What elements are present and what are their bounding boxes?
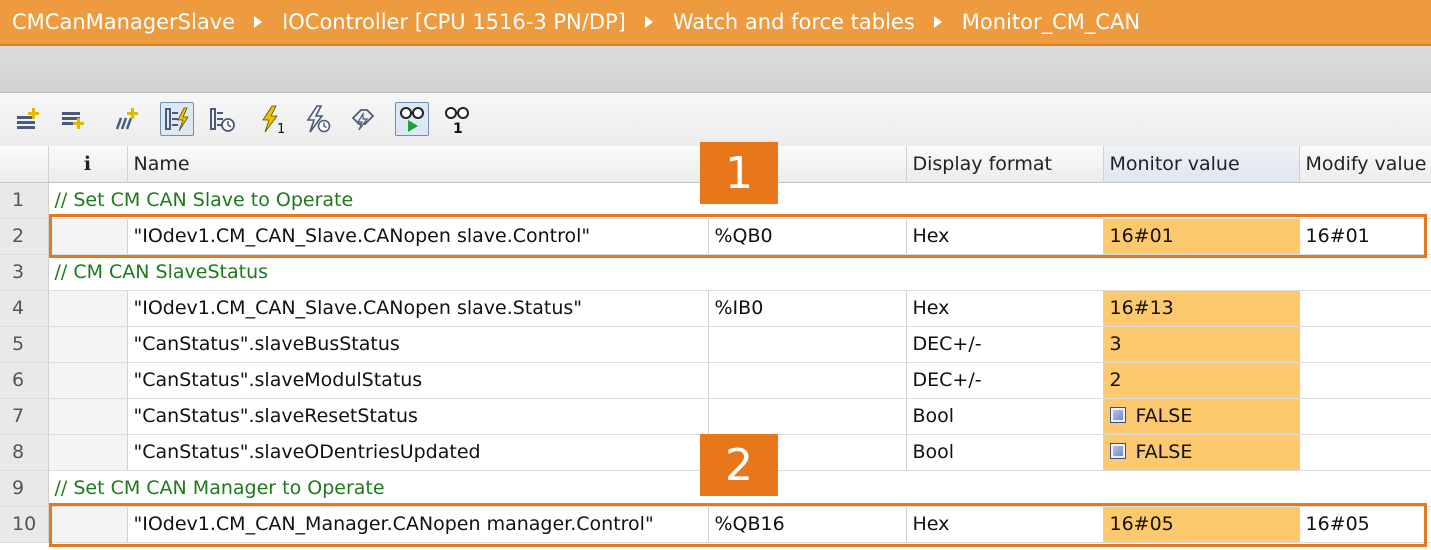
column-header-monitor-value[interactable]: Monitor value bbox=[1103, 146, 1300, 183]
row-monitor-value: 16#05 bbox=[1103, 506, 1300, 543]
row-monitor-value: 3 bbox=[1103, 326, 1300, 363]
breadcrumb-folder[interactable]: Watch and force tables bbox=[673, 10, 915, 34]
row-name[interactable]: "IOdev1.CM_CAN_Slave.CANopen slave.Contr… bbox=[127, 218, 709, 255]
row-number[interactable]: 4 bbox=[0, 290, 49, 327]
modify-with-trigger-icon[interactable] bbox=[300, 102, 334, 136]
row-number[interactable]: 5 bbox=[0, 326, 49, 363]
breadcrumb-separator-icon bbox=[933, 16, 942, 28]
row-name[interactable]: "CanStatus".slaveResetStatus bbox=[127, 398, 709, 435]
row-modify-value[interactable]: 16#01 bbox=[1299, 218, 1431, 255]
row-name[interactable]: "CanStatus".slaveODentriesUpdated bbox=[127, 434, 709, 471]
bool-checkbox-icon bbox=[1109, 407, 1126, 423]
row-info-cell bbox=[48, 398, 128, 435]
row-number[interactable]: 7 bbox=[0, 398, 49, 435]
row-address[interactable]: %QB0 bbox=[708, 218, 907, 255]
row-number[interactable]: 6 bbox=[0, 362, 49, 399]
insert-row-icon[interactable] bbox=[12, 102, 46, 136]
row-modify-value[interactable] bbox=[1299, 326, 1431, 363]
editor-header-band bbox=[0, 46, 1431, 93]
breadcrumb-table[interactable]: Monitor_CM_CAN bbox=[962, 10, 1140, 34]
row-address[interactable]: %QB16 bbox=[708, 506, 907, 543]
row-name[interactable]: "IOdev1.CM_CAN_Manager.CANopen manager.C… bbox=[127, 506, 709, 543]
row-address[interactable]: %IB0 bbox=[708, 290, 907, 327]
row-info-cell bbox=[48, 326, 128, 363]
row-info-cell bbox=[48, 506, 128, 543]
row-number[interactable]: 8 bbox=[0, 434, 49, 471]
row-info-cell bbox=[48, 362, 128, 399]
row-display-format[interactable]: DEC+/- bbox=[906, 326, 1104, 363]
row-number[interactable]: 1 bbox=[0, 182, 49, 219]
row-number[interactable]: 3 bbox=[0, 254, 49, 291]
bool-checkbox-icon bbox=[1109, 443, 1126, 459]
row-display-format[interactable]: Hex bbox=[906, 218, 1104, 255]
breadcrumb-separator-icon bbox=[254, 16, 263, 28]
row-number[interactable]: 2 bbox=[0, 218, 49, 255]
column-header-modify-value[interactable]: Modify value bbox=[1299, 146, 1431, 183]
table-row[interactable]: 10 "IOdev1.CM_CAN_Manager.CANopen manage… bbox=[0, 506, 1431, 543]
row-display-format[interactable]: Hex bbox=[906, 290, 1104, 327]
row-modify-value[interactable] bbox=[1299, 290, 1431, 327]
breadcrumb-device[interactable]: IOController [CPU 1516-3 PN/DP] bbox=[282, 10, 626, 34]
row-address[interactable] bbox=[708, 398, 907, 435]
row-number[interactable]: 10 bbox=[0, 506, 49, 543]
row-name[interactable]: "CanStatus".slaveModulStatus bbox=[127, 362, 709, 399]
row-modify-value[interactable] bbox=[1299, 398, 1431, 435]
enable-peripheral-outputs-icon[interactable] bbox=[345, 102, 379, 136]
trigger-mode-icon[interactable] bbox=[205, 102, 239, 136]
column-header-name[interactable]: Name bbox=[127, 146, 709, 183]
monitor-once-label: 1 bbox=[453, 121, 463, 134]
monitor-all-icon[interactable] bbox=[395, 102, 429, 136]
row-modify-value[interactable] bbox=[1299, 434, 1431, 471]
callout-badge-1: 1 bbox=[700, 142, 778, 204]
row-comment[interactable]: // CM CAN SlaveStatus bbox=[48, 254, 1431, 291]
row-info-cell bbox=[48, 290, 128, 327]
row-monitor-value: 16#13 bbox=[1103, 290, 1300, 327]
table-row[interactable]: 6 "CanStatus".slaveModulStatus DEC+/- 2 bbox=[0, 362, 1431, 399]
row-monitor-value: 16#01 bbox=[1103, 218, 1300, 255]
breadcrumb-separator-icon bbox=[644, 16, 653, 28]
row-display-format[interactable]: DEC+/- bbox=[906, 362, 1104, 399]
table-row[interactable]: 4 "IOdev1.CM_CAN_Slave.CANopen slave.Sta… bbox=[0, 290, 1431, 327]
toolbar: 1 1 bbox=[0, 93, 1431, 148]
row-name[interactable]: "IOdev1.CM_CAN_Slave.CANopen slave.Statu… bbox=[127, 290, 709, 327]
row-number[interactable]: 9 bbox=[0, 470, 49, 507]
row-monitor-text: FALSE bbox=[1135, 405, 1193, 427]
row-address[interactable] bbox=[708, 326, 907, 363]
add-row-icon[interactable] bbox=[57, 102, 91, 136]
row-display-format[interactable]: Bool bbox=[906, 434, 1104, 471]
modify-now-icon[interactable]: 1 bbox=[255, 102, 289, 136]
row-monitor-text: FALSE bbox=[1135, 441, 1193, 463]
table-row[interactable]: 5 "CanStatus".slaveBusStatus DEC+/- 3 bbox=[0, 326, 1431, 363]
column-header-info[interactable]: i bbox=[48, 146, 128, 183]
breadcrumb-project[interactable]: CMCanManagerSlave bbox=[12, 10, 235, 34]
breadcrumb: CMCanManagerSlave IOController [CPU 1516… bbox=[0, 0, 1431, 46]
row-modify-value[interactable]: 16#05 bbox=[1299, 506, 1431, 543]
column-header-display-format[interactable]: Display format bbox=[906, 146, 1104, 183]
row-monitor-value: 2 bbox=[1103, 362, 1300, 399]
show-all-modify-columns-icon[interactable] bbox=[110, 102, 144, 136]
row-info-cell bbox=[48, 218, 128, 255]
show-extended-mode-icon[interactable] bbox=[160, 102, 194, 136]
table-row[interactable]: 7 "CanStatus".slaveResetStatus Bool FALS… bbox=[0, 398, 1431, 435]
row-info-cell bbox=[48, 434, 128, 471]
monitor-once-icon[interactable]: 1 bbox=[440, 102, 474, 136]
row-name[interactable]: "CanStatus".slaveBusStatus bbox=[127, 326, 709, 363]
table-row-comment[interactable]: 3 // CM CAN SlaveStatus bbox=[0, 254, 1431, 291]
row-modify-value[interactable] bbox=[1299, 362, 1431, 399]
row-monitor-value: FALSE bbox=[1103, 434, 1300, 471]
callout-badge-2: 2 bbox=[700, 434, 778, 496]
row-monitor-value: FALSE bbox=[1103, 398, 1300, 435]
column-header-row-number bbox=[0, 146, 49, 183]
table-row[interactable]: 2 "IOdev1.CM_CAN_Slave.CANopen slave.Con… bbox=[0, 218, 1431, 255]
row-display-format[interactable]: Hex bbox=[906, 506, 1104, 543]
row-display-format[interactable]: Bool bbox=[906, 398, 1104, 435]
row-address[interactable] bbox=[708, 362, 907, 399]
modify-now-label: 1 bbox=[277, 122, 285, 134]
